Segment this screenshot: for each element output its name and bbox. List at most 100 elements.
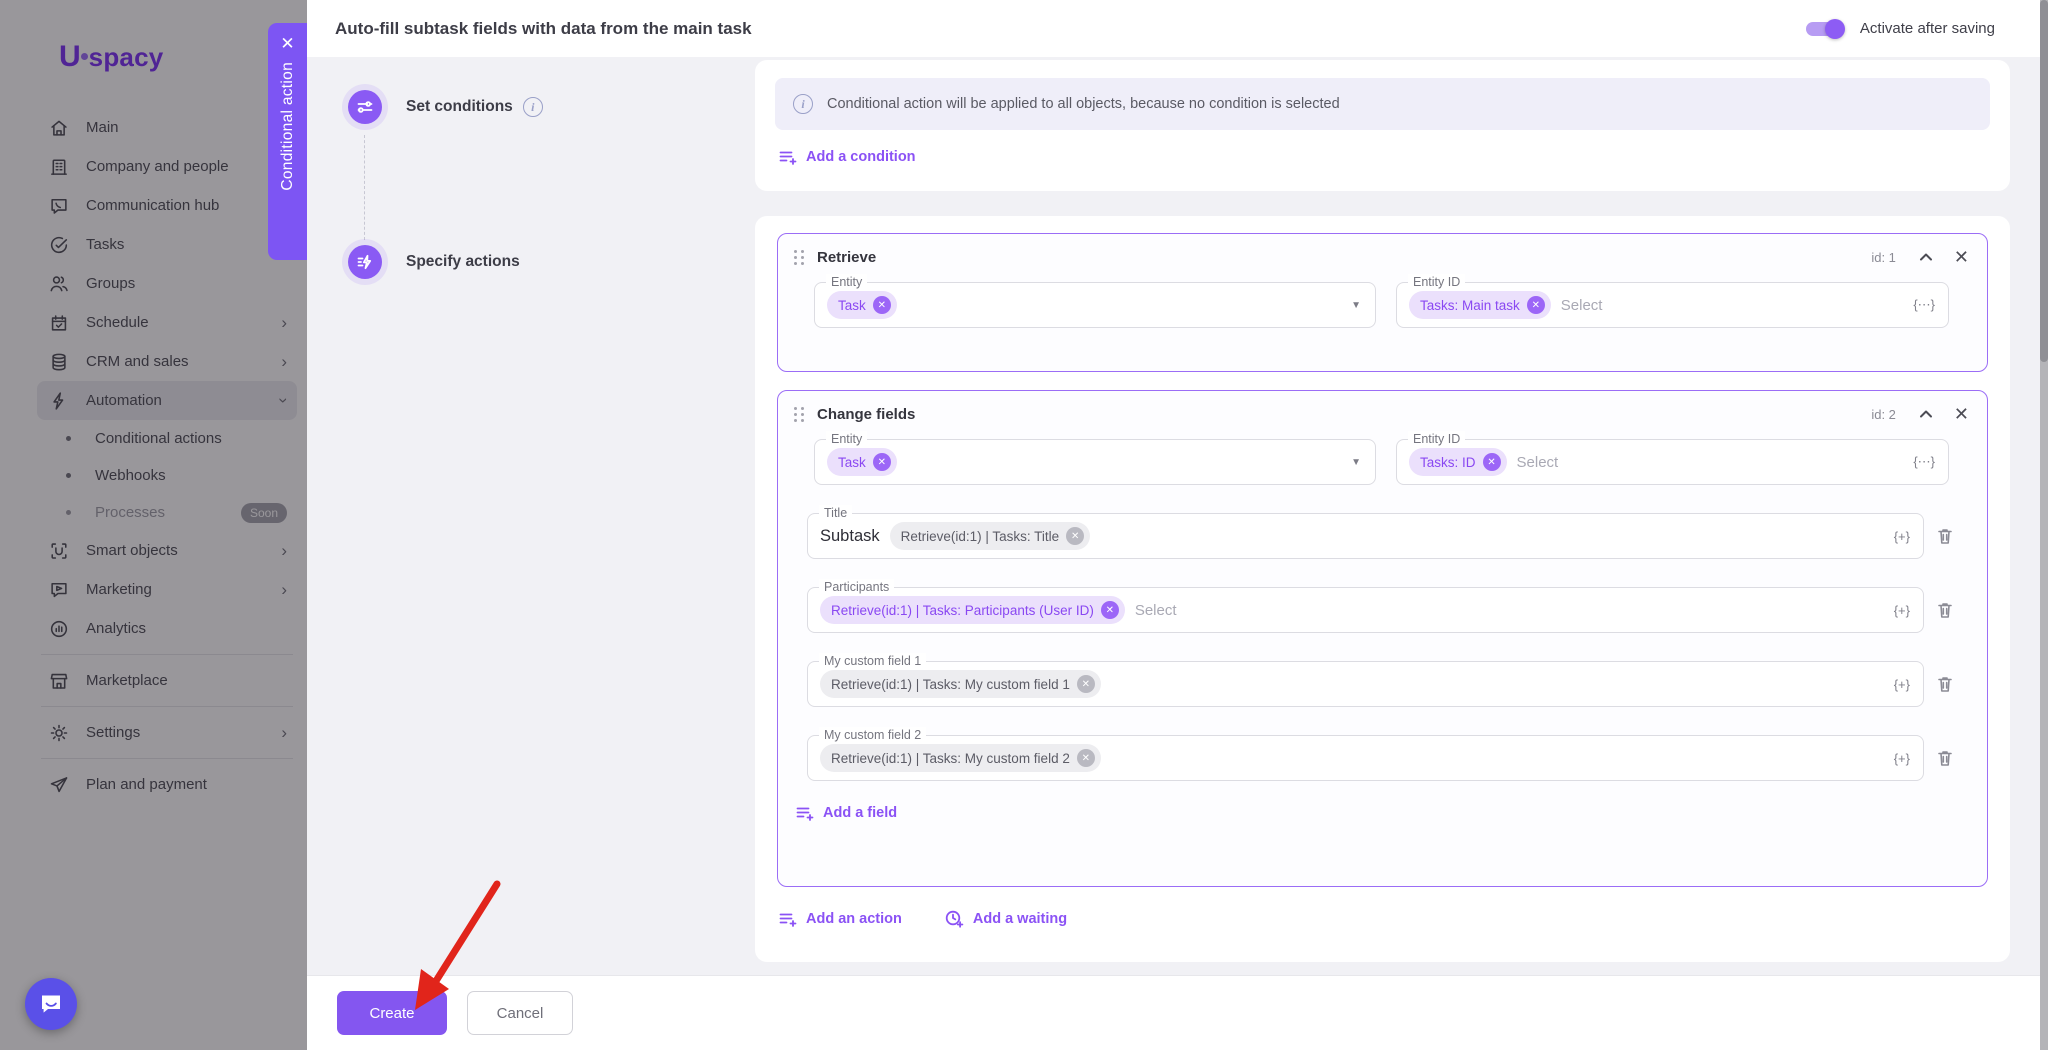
insert-variable-icon[interactable]: {+} <box>1894 751 1910 766</box>
remove-card-icon[interactable]: ✕ <box>1952 402 1971 427</box>
entity-id-chip: Tasks: Main task ✕ <box>1409 291 1551 319</box>
field-input[interactable]: My custom field 1 Retrieve(id:1) | Tasks… <box>807 653 1924 707</box>
info-icon: i <box>793 94 813 114</box>
field-row-title: Title Subtask Retrieve(id:1) | Tasks: Ti… <box>807 505 1971 559</box>
insert-variable-icon[interactable]: {+} <box>1894 603 1910 618</box>
close-drawer-icon[interactable]: ✕ <box>280 35 294 52</box>
activate-toggle[interactable] <box>1805 18 1845 39</box>
playlist-add-icon <box>779 151 797 165</box>
conditional-action-tab[interactable]: ✕ Conditional action <box>268 23 307 260</box>
remove-chip-icon[interactable]: ✕ <box>1526 296 1545 314</box>
remove-card-icon[interactable]: ✕ <box>1952 245 1971 270</box>
field-row-my-custom-field-2: My custom field 2 Retrieve(id:1) | Tasks… <box>807 727 1971 781</box>
entity-select[interactable]: Entity Task ✕ ▼ <box>814 274 1376 328</box>
dropdown-caret-icon[interactable]: ▼ <box>1351 300 1361 311</box>
delete-field-icon[interactable] <box>1933 598 1957 622</box>
entity-select[interactable]: Entity Task ✕ ▼ <box>814 431 1376 485</box>
step-label: Specify actions <box>406 253 520 270</box>
entity-id-select[interactable]: Entity ID Tasks: ID ✕ Select {⋯} <box>1396 431 1949 485</box>
screen: U spacy Main Company and people Communic… <box>0 0 2048 1050</box>
entity-chip: Task ✕ <box>827 291 897 319</box>
variable-chip: Retrieve(id:1) | Tasks: My custom field … <box>820 670 1101 698</box>
field-input[interactable]: Title Subtask Retrieve(id:1) | Tasks: Ti… <box>807 505 1924 559</box>
expression-icon[interactable]: {⋯} <box>1913 454 1935 470</box>
add-condition-button[interactable]: Add a condition <box>777 147 916 167</box>
playlist-add-icon <box>779 913 797 927</box>
card-header: Retrieve id: 1 ✕ <box>794 234 1971 280</box>
expression-icon[interactable]: {⋯} <box>1913 297 1935 313</box>
delete-field-icon[interactable] <box>1933 746 1957 770</box>
clock-add-icon <box>945 910 964 928</box>
select-placeholder: Select <box>1560 296 1603 314</box>
field-rows: Title Subtask Retrieve(id:1) | Tasks: Ti… <box>794 505 1971 781</box>
activate-toggle-group: Activate after saving <box>1805 0 1995 57</box>
modal-footer: Create Cancel <box>307 975 2040 1050</box>
info-icon[interactable]: i <box>522 97 543 117</box>
actions-links-row: Add an action Add a waiting <box>777 909 1988 929</box>
modal-header: Auto-fill subtask fields with data from … <box>307 0 2040 57</box>
entity-chip: Task ✕ <box>827 448 897 476</box>
dropdown-caret-icon[interactable]: ▼ <box>1351 457 1361 468</box>
modal-backdrop <box>0 0 307 1050</box>
remove-chip-icon[interactable]: ✕ <box>1482 453 1501 471</box>
cancel-button[interactable]: Cancel <box>467 991 573 1035</box>
insert-variable-icon[interactable]: {+} <box>1894 529 1910 544</box>
step-label: Set conditions <box>406 98 513 115</box>
variable-chip: Retrieve(id:1) | Tasks: My custom field … <box>820 744 1101 772</box>
browser-scrollbar <box>2040 0 2048 1050</box>
entity-row: Entity Task ✕ ▼ Entity ID Tasks: ID ✕ Se… <box>814 431 1971 485</box>
select-placeholder: Select <box>1516 453 1559 471</box>
delete-field-icon[interactable] <box>1933 524 1957 548</box>
create-button[interactable]: Create <box>337 991 447 1035</box>
add-action-button[interactable]: Add an action <box>777 909 902 929</box>
variable-chip: Retrieve(id:1) | Tasks: Participants (Us… <box>820 596 1125 624</box>
delete-field-icon[interactable] <box>1933 672 1957 696</box>
drawer-tab-label: Conditional action <box>278 62 296 191</box>
conditions-panel: i Conditional action will be applied to … <box>755 60 2010 191</box>
remove-chip-icon[interactable]: ✕ <box>872 296 891 314</box>
no-condition-banner: i Conditional action will be applied to … <box>775 78 1990 130</box>
field-row-my-custom-field-1: My custom field 1 Retrieve(id:1) | Tasks… <box>807 653 1971 707</box>
card-id-badge: id: 2 <box>1871 406 1896 422</box>
field-value-text: Subtask <box>820 526 880 545</box>
drag-handle[interactable] <box>794 249 805 265</box>
conditional-action-modal: Auto-fill subtask fields with data from … <box>307 0 2040 1050</box>
add-waiting-button[interactable]: Add a waiting <box>944 909 1067 929</box>
chat-widget-button[interactable] <box>25 978 77 1030</box>
entity-row: Entity Task ✕ ▼ Entity ID Tasks: Main ta… <box>814 274 1971 328</box>
field-input[interactable]: Participants Retrieve(id:1) | Tasks: Par… <box>807 579 1924 633</box>
remove-chip-icon[interactable]: ✕ <box>1100 601 1119 619</box>
field-row-participants: Participants Retrieve(id:1) | Tasks: Par… <box>807 579 1971 633</box>
card-title: Retrieve <box>817 248 877 266</box>
add-field-button[interactable]: Add a field <box>794 803 897 823</box>
action-card-retrieve: Retrieve id: 1 ✕ Entity Task ✕ ▼ Entity … <box>777 233 1988 372</box>
select-placeholder: Select <box>1134 601 1177 619</box>
step-connector <box>364 135 365 240</box>
collapse-card-icon[interactable] <box>1916 404 1936 424</box>
collapse-card-icon[interactable] <box>1916 247 1936 267</box>
actions-panel: Retrieve id: 1 ✕ Entity Task ✕ ▼ Entity … <box>755 216 2010 962</box>
card-id-badge: id: 1 <box>1871 249 1896 265</box>
steps-column: Set conditions i Specify actions <box>307 57 755 975</box>
remove-chip-icon[interactable]: ✕ <box>1066 527 1085 545</box>
remove-chip-icon[interactable]: ✕ <box>872 453 891 471</box>
card-title: Change fields <box>817 405 916 423</box>
step-specify-actions: Specify actions <box>348 245 520 279</box>
drag-handle[interactable] <box>794 406 805 422</box>
entity-id-chip: Tasks: ID ✕ <box>1409 448 1507 476</box>
remove-chip-icon[interactable]: ✕ <box>1076 675 1095 693</box>
variable-chip: Retrieve(id:1) | Tasks: Title ✕ <box>889 522 1091 550</box>
insert-variable-icon[interactable]: {+} <box>1894 677 1910 692</box>
banner-text: Conditional action will be applied to al… <box>827 96 1340 112</box>
modal-title: Auto-fill subtask fields with data from … <box>335 18 752 38</box>
action-card-change-fields: Change fields id: 2 ✕ Entity Task ✕ ▼ En… <box>777 390 1988 887</box>
card-header: Change fields id: 2 ✕ <box>794 391 1971 437</box>
remove-chip-icon[interactable]: ✕ <box>1076 749 1095 767</box>
entity-id-select[interactable]: Entity ID Tasks: Main task ✕ Select {⋯} <box>1396 274 1949 328</box>
chat-bubble-icon <box>38 990 64 1019</box>
activate-toggle-label: Activate after saving <box>1859 20 1995 37</box>
actions-step-icon <box>348 245 382 279</box>
scrollbar-thumb[interactable] <box>2040 0 2048 362</box>
field-input[interactable]: My custom field 2 Retrieve(id:1) | Tasks… <box>807 727 1924 781</box>
playlist-add-icon <box>796 807 814 821</box>
